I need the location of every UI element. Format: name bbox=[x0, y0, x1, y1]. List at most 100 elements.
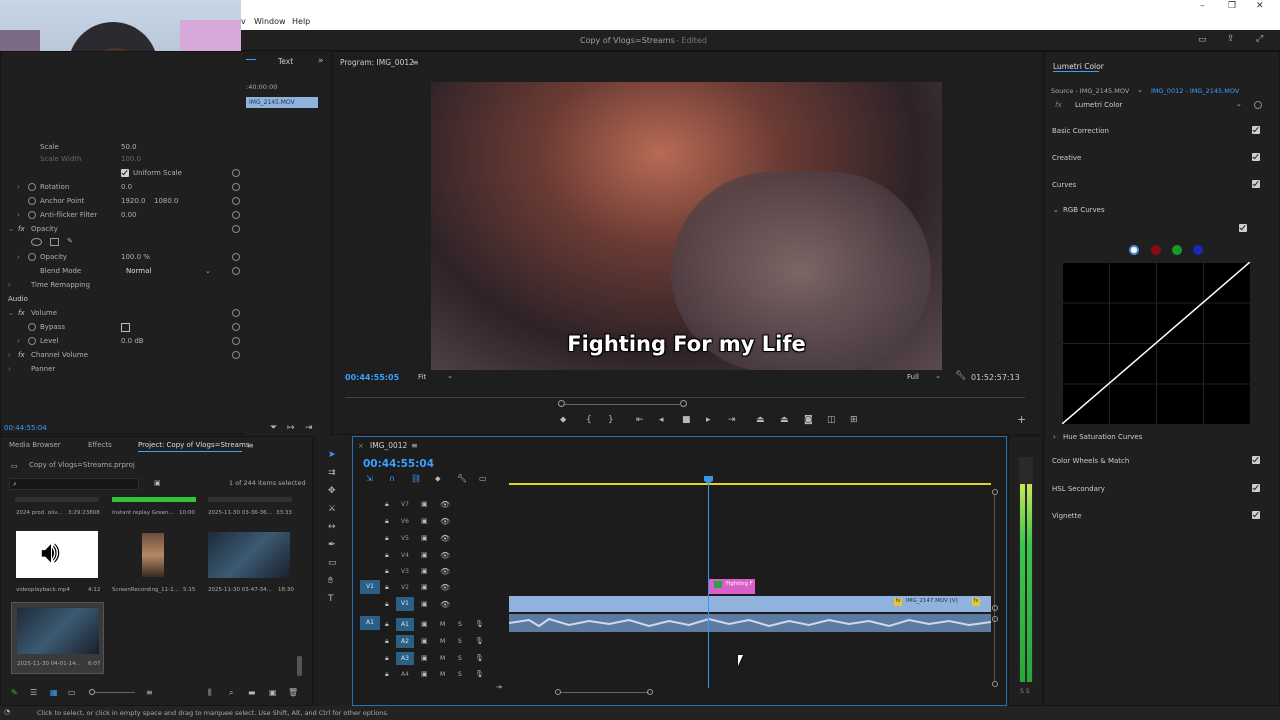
video-clip[interactable]: fx IMG_2147.MOV [V] fx bbox=[509, 596, 991, 612]
rgb-curves-chevron-icon[interactable]: ⌄ bbox=[1053, 206, 1059, 214]
item-4-name[interactable]: videoplayback.mp4 bbox=[16, 587, 70, 593]
lumetri-target[interactable]: IMG_0012 - IMG_2145.MOV bbox=[1151, 87, 1239, 95]
reset-opacity-value-icon[interactable] bbox=[232, 253, 240, 261]
type-tool-icon[interactable]: T bbox=[328, 595, 334, 604]
bypass-checkbox[interactable] bbox=[121, 323, 130, 332]
lock-icon[interactable]: 🔒︎ bbox=[385, 654, 389, 663]
mic-icon[interactable]: 🎙︎ bbox=[475, 637, 484, 645]
pen-mask-icon[interactable]: ✎ bbox=[67, 237, 73, 245]
quality-chevron-icon[interactable]: ⌄ bbox=[935, 372, 941, 380]
project-scrollbar[interactable] bbox=[297, 656, 302, 676]
extract-icon[interactable]: ⏏ bbox=[780, 416, 789, 425]
sync-lock-icon[interactable]: ▣ bbox=[421, 551, 428, 559]
menu-view[interactable]: v bbox=[241, 17, 246, 26]
linked-selection-icon[interactable]: ⛓︎ bbox=[411, 474, 421, 483]
comparison-icon[interactable]: ◫ bbox=[827, 416, 836, 425]
program-ruler[interactable] bbox=[345, 397, 1025, 398]
sync-lock-icon[interactable]: ▣ bbox=[421, 670, 428, 678]
timeline-zoom-right[interactable] bbox=[647, 689, 653, 695]
stopwatch-opacity-icon[interactable] bbox=[28, 253, 36, 261]
eye-icon[interactable]: 👁︎ bbox=[440, 567, 450, 576]
pen-tool-icon[interactable]: ✒ bbox=[328, 541, 336, 550]
expand-opacity-icon[interactable]: ⌄ bbox=[8, 225, 14, 233]
scroll-top-handle[interactable] bbox=[992, 489, 998, 495]
project-menu-icon[interactable]: ≡ bbox=[247, 441, 254, 450]
curves-checkbox[interactable] bbox=[1252, 180, 1260, 188]
nest-icon[interactable]: ⇲ bbox=[366, 474, 373, 483]
anti-flicker-value[interactable]: 0.00 bbox=[121, 211, 137, 219]
anchor-x-value[interactable]: 1920.0 bbox=[121, 197, 146, 205]
sequence-menu-icon[interactable]: ≡ bbox=[411, 441, 418, 450]
mute-button[interactable]: M bbox=[440, 671, 445, 678]
zoom-slider[interactable] bbox=[95, 692, 135, 693]
stopwatch-bypass-icon[interactable] bbox=[28, 323, 36, 331]
lumetri-effect-select[interactable]: Lumetri Color bbox=[1075, 101, 1122, 109]
new-bin-icon[interactable]: ▣ bbox=[154, 479, 161, 487]
program-timecode-left[interactable]: 00:44:55:05 bbox=[345, 373, 399, 382]
work-area-bar[interactable] bbox=[509, 483, 991, 485]
freeform-view-icon[interactable]: ▭ bbox=[68, 688, 76, 697]
tab-text[interactable]: Text bbox=[278, 57, 293, 66]
lumetri-source[interactable]: Source - IMG_2145.MOV bbox=[1051, 87, 1129, 95]
hand-tool-icon[interactable]: ✋︎ bbox=[328, 577, 333, 586]
item-5-name[interactable]: ScreenRecording_11-1... bbox=[112, 587, 179, 593]
sort-icon[interactable]: ≡ bbox=[146, 688, 153, 697]
new-item-icon[interactable]: ▣ bbox=[269, 688, 277, 697]
scroll-mid-handle[interactable] bbox=[992, 605, 998, 611]
solo-button[interactable]: S bbox=[458, 638, 462, 645]
timeline-zoom-bar[interactable] bbox=[561, 692, 649, 693]
snap-icon[interactable]: ∩ bbox=[389, 474, 395, 483]
play-icon[interactable]: ▸ bbox=[706, 416, 711, 425]
hue-sat-chevron-icon[interactable]: › bbox=[1053, 433, 1056, 441]
stop-icon[interactable]: ■ bbox=[682, 416, 691, 425]
rect-mask-icon[interactable] bbox=[50, 238, 59, 246]
lock-icon[interactable]: 🔒︎ bbox=[385, 620, 389, 629]
basic-correction-checkbox[interactable] bbox=[1252, 126, 1260, 134]
expand-volume-icon[interactable]: ⌄ bbox=[8, 309, 14, 317]
hsl-secondary-checkbox[interactable] bbox=[1252, 484, 1260, 492]
section-creative[interactable]: Creative bbox=[1052, 154, 1081, 162]
sequence-name[interactable]: IMG_0012 bbox=[370, 441, 407, 450]
camera-icon[interactable]: ◙ bbox=[804, 416, 813, 425]
playhead-line[interactable] bbox=[708, 478, 709, 688]
reset-volume-icon[interactable] bbox=[232, 309, 240, 317]
item-6-name[interactable]: 2025-11-30 03-47-34... bbox=[208, 587, 272, 593]
opacity-value[interactable]: 100.0 % bbox=[121, 253, 150, 261]
track-label[interactable]: A4 bbox=[396, 668, 414, 681]
mark-in-icon[interactable]: { bbox=[586, 416, 592, 425]
razor-tool-icon[interactable]: ⚔︎ bbox=[328, 505, 336, 514]
mic-icon[interactable]: 🎙︎ bbox=[475, 620, 484, 628]
source-patch-v1[interactable]: V1 bbox=[360, 580, 380, 594]
chevron-right-icon[interactable]: » bbox=[318, 57, 324, 66]
track-label[interactable]: V6 bbox=[401, 518, 409, 525]
sync-lock-icon[interactable]: ▣ bbox=[421, 583, 428, 591]
fit-select[interactable]: Fit bbox=[418, 373, 426, 381]
sync-lock-icon[interactable]: ▣ bbox=[421, 534, 428, 542]
curves-graph[interactable] bbox=[1062, 262, 1250, 424]
sync-lock-icon[interactable]: ▣ bbox=[421, 600, 428, 608]
export-frame-icon[interactable]: ↦ bbox=[287, 424, 295, 433]
blend-mode-select[interactable]: Normal bbox=[126, 267, 151, 275]
project-search-input[interactable]: ⌕ bbox=[9, 478, 139, 490]
thumb-screenrecording[interactable] bbox=[142, 533, 164, 577]
lock-icon[interactable]: 🔒︎ bbox=[385, 500, 389, 509]
expand-level-icon[interactable]: › bbox=[17, 337, 20, 345]
eye-icon[interactable]: 👁︎ bbox=[440, 534, 450, 543]
selection-tool-icon[interactable]: ➤ bbox=[328, 451, 336, 460]
ellipse-mask-icon[interactable] bbox=[31, 238, 42, 246]
panel-menu-icon[interactable]: ≡ bbox=[412, 58, 419, 67]
sync-lock-icon[interactable]: ▣ bbox=[421, 620, 428, 628]
expand-flicker-icon[interactable]: › bbox=[17, 211, 20, 219]
item-1-name[interactable]: 2024 prod. oliv... bbox=[16, 510, 62, 516]
stopwatch-anchor-icon[interactable] bbox=[28, 197, 36, 205]
reset-rotation-icon[interactable] bbox=[232, 183, 240, 191]
scroll-audio-handle[interactable] bbox=[992, 616, 998, 622]
rotation-value[interactable]: 0.0 bbox=[121, 183, 132, 191]
list-view-icon[interactable]: ☰ bbox=[30, 688, 37, 697]
section-hsl-secondary[interactable]: HSL Secondary bbox=[1052, 485, 1105, 493]
track-label[interactable]: V3 bbox=[401, 568, 409, 575]
solo-button[interactable]: S bbox=[458, 655, 462, 662]
mark-out-icon[interactable]: } bbox=[608, 416, 614, 425]
tab-media-browser[interactable]: Media Browser bbox=[9, 441, 61, 449]
sync-lock-icon[interactable]: ▣ bbox=[421, 500, 428, 508]
